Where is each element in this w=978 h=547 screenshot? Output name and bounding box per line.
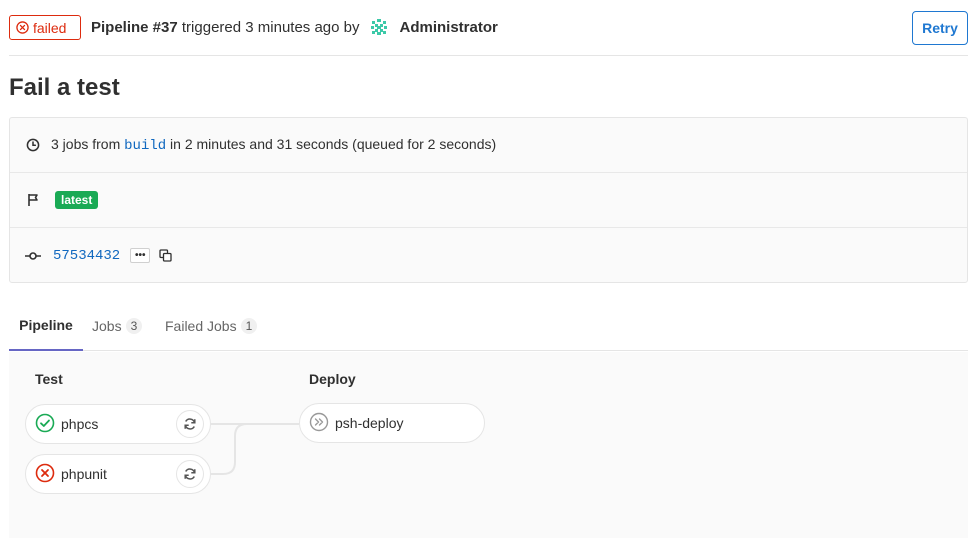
triggered-text: triggered 3 minutes ago by (181, 18, 360, 36)
pipeline-info-box: 3 jobs from build in 2 minutes and 31 se… (9, 117, 968, 283)
retry-button[interactable]: Retry (912, 11, 968, 45)
pipeline-header: failed Pipeline #37 triggered 3 minutes … (9, 0, 968, 56)
commit-row: 57534432 ••• (10, 228, 967, 283)
tab-pipeline[interactable]: Pipeline (9, 300, 83, 351)
jobs-count-badge: 3 (125, 317, 143, 334)
flag-icon (25, 192, 41, 208)
commit-sha-link[interactable]: 57534432 (53, 248, 120, 264)
job-connector-lines (211, 423, 299, 475)
job-name: phpcs (61, 416, 99, 432)
retry-job-icon[interactable] (176, 460, 204, 488)
retry-job-icon[interactable] (176, 410, 204, 438)
clock-icon (25, 137, 41, 153)
copy-icon[interactable] (157, 248, 173, 264)
job-phpunit[interactable]: phpunit (25, 454, 211, 494)
status-badge-label: failed (33, 19, 67, 36)
job-name: phpunit (61, 466, 107, 482)
page-title: Fail a test (9, 74, 120, 101)
user-name[interactable]: Administrator (400, 19, 498, 36)
latest-badge: latest (55, 191, 99, 209)
stage-title-deploy: Deploy (309, 371, 356, 387)
branch-link[interactable]: build (124, 138, 166, 154)
tab-failed-jobs[interactable]: Failed Jobs 1 (165, 300, 258, 351)
status-badge[interactable]: failed (9, 15, 81, 40)
header-summary: Pipeline #37 triggered 3 minutes ago by (91, 18, 498, 36)
duration-text: 3 jobs from build in 2 minutes and 31 se… (51, 136, 497, 154)
failed-status-icon (16, 21, 29, 34)
tags-row: latest (10, 173, 967, 228)
expand-commit-button[interactable]: ••• (130, 248, 151, 263)
commit-icon (25, 248, 41, 264)
failed-jobs-count-badge: 1 (240, 317, 258, 334)
job-phpcs[interactable]: phpcs (25, 404, 211, 444)
job-name: psh-deploy (335, 415, 404, 431)
pipeline-id: Pipeline #37 (91, 18, 178, 36)
job-psh-deploy[interactable]: psh-deploy (299, 403, 485, 443)
user-avatar[interactable] (370, 18, 388, 36)
success-status-icon (35, 413, 55, 436)
failed-status-icon (35, 463, 55, 486)
stage-title-test: Test (35, 371, 63, 387)
duration-row: 3 jobs from build in 2 minutes and 31 se… (10, 118, 967, 173)
skipped-status-icon (309, 412, 329, 435)
pipeline-tabs: Pipeline Jobs 3 Failed Jobs 1 (9, 300, 968, 351)
tab-jobs[interactable]: Jobs 3 (92, 300, 143, 351)
pipeline-graph: Test Deploy phpcs phpunit psh-deploy (9, 352, 968, 538)
